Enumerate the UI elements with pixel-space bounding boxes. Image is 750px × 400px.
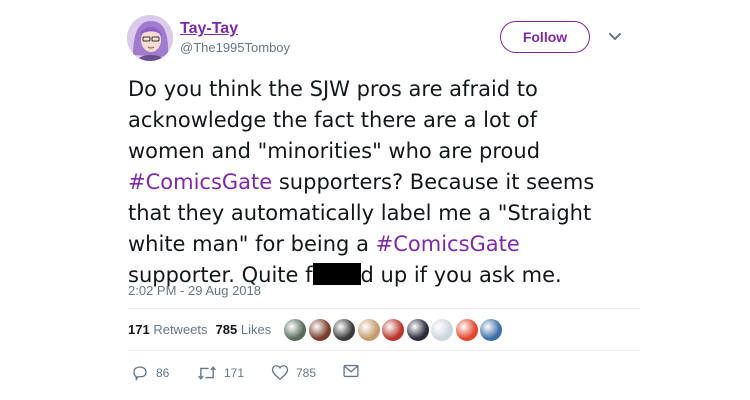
- liker-avatar-7[interactable]: [430, 318, 454, 342]
- like-count: 785: [296, 365, 317, 380]
- tweet-text-segment: white man" for being a: [128, 232, 376, 256]
- tweet-text-segment: Do you think the SJW pros are afraid to: [128, 77, 538, 101]
- tweet-text: Do you think the SJW pros are afraid to a…: [128, 74, 648, 291]
- retweet-button[interactable]: 171: [197, 364, 244, 382]
- redaction-bar: [312, 263, 361, 285]
- divider: [128, 350, 640, 351]
- retweets-stat[interactable]: 171 Retweets: [128, 322, 208, 337]
- liker-avatar-6[interactable]: [405, 318, 430, 342]
- display-name-link[interactable]: Tay-Tay: [180, 20, 238, 38]
- retweets-label: Retweets: [153, 322, 208, 337]
- reply-icon: [133, 366, 147, 381]
- tweet-text-line: #ComicsGate supporters? Because it seems: [128, 167, 648, 198]
- hashtag-link[interactable]: #ComicsGate: [376, 232, 520, 256]
- hashtag-link[interactable]: #ComicsGate: [128, 170, 272, 194]
- envelope-icon: [343, 364, 359, 378]
- reply-count: 86: [156, 366, 170, 380]
- tweet-card: Tay-Tay @The1995Tomboy Follow Do you thi…: [0, 0, 750, 400]
- tweet-text-line: white man" for being a #ComicsGate: [128, 229, 648, 260]
- liker-avatar-8[interactable]: [454, 318, 479, 342]
- reply-button[interactable]: 86: [131, 364, 169, 382]
- user-handle[interactable]: @The1995Tomboy: [180, 40, 290, 55]
- retweets-count: 171: [128, 322, 150, 337]
- heart-icon: [271, 365, 289, 380]
- tweet-text-segment: women and "minorities" who are proud: [128, 139, 541, 163]
- tweet-text-line: that they automatically label me a "Stra…: [128, 198, 648, 229]
- tweet-text-line: women and "minorities" who are proud: [128, 136, 648, 167]
- likes-label: Likes: [240, 322, 272, 337]
- tweet-text-segment: that they automatically label me a "Stra…: [128, 201, 592, 225]
- liker-avatar-1[interactable]: [283, 318, 307, 342]
- tweet-stats: 171 Retweets 785 Likes: [128, 322, 271, 337]
- chevron-down-icon[interactable]: [608, 32, 622, 42]
- liker-avatar-9[interactable]: [479, 318, 503, 342]
- avatar-illustration: [127, 15, 173, 61]
- tweet-text-segment: d up if you ask me.: [360, 263, 562, 287]
- likes-stat[interactable]: 785 Likes: [216, 322, 272, 337]
- retweet-icon: [198, 366, 216, 380]
- avatar[interactable]: [127, 15, 173, 61]
- liker-avatar-4[interactable]: [356, 318, 381, 342]
- liker-avatar-2[interactable]: [307, 318, 332, 342]
- liker-avatar-5[interactable]: [381, 318, 405, 342]
- direct-message-button[interactable]: [343, 364, 359, 378]
- like-button[interactable]: 785: [271, 364, 316, 381]
- tweet-text-line: acknowledge the fact there are a lot of: [128, 105, 648, 136]
- follow-button[interactable]: Follow: [500, 21, 590, 53]
- tweet-text-segment: acknowledge the fact there are a lot of: [128, 108, 538, 132]
- tweet-text-segment: supporters? Because it seems: [272, 170, 595, 194]
- divider: [128, 308, 640, 309]
- likes-count: 785: [215, 322, 238, 337]
- retweet-count: 171: [224, 366, 245, 380]
- timestamp-link[interactable]: 2:02 PM - 29 Aug 2018: [128, 283, 261, 298]
- tweet-text-line: Do you think the SJW pros are afraid to: [128, 74, 648, 105]
- liker-avatar-3[interactable]: [332, 318, 356, 342]
